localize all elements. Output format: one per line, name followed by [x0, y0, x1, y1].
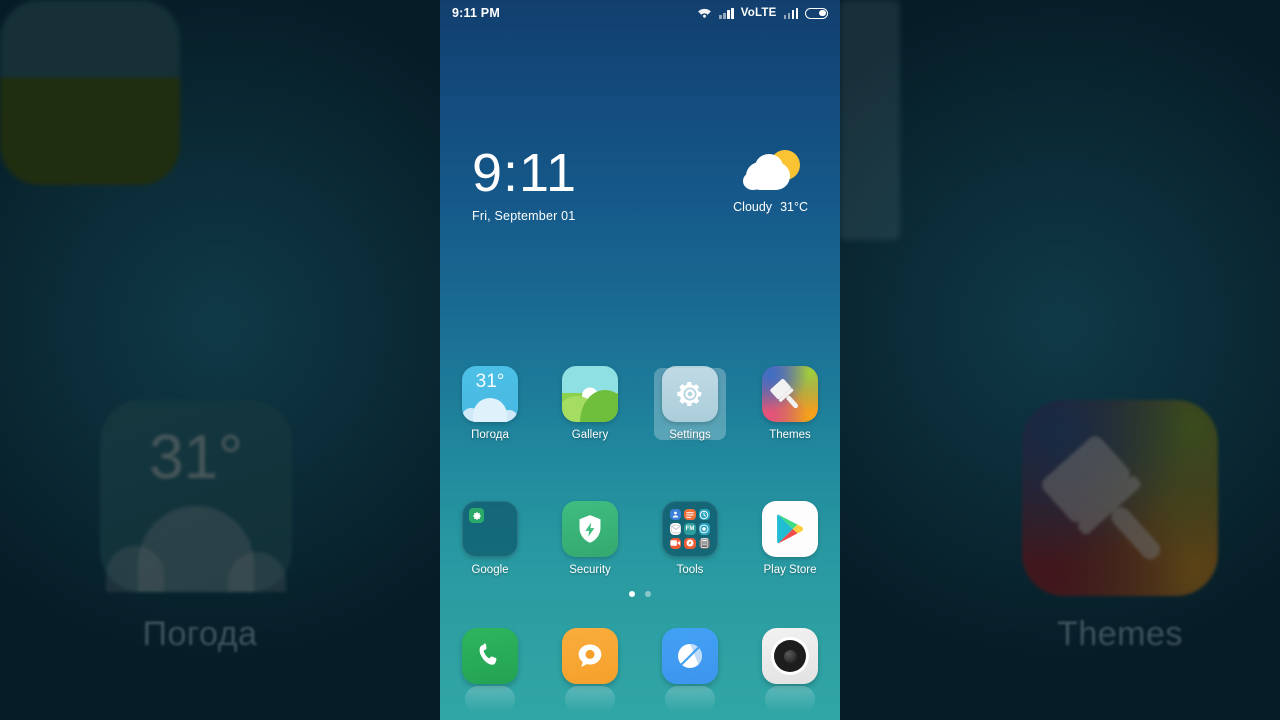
status-bar: 9:11 PM VoLTE	[440, 0, 840, 26]
backdrop-cloud-main	[138, 506, 254, 592]
dock	[440, 628, 840, 713]
tools-folder-icon: FM	[662, 501, 718, 557]
volte-label: VoLTE	[740, 7, 777, 19]
gear-icon	[662, 366, 718, 422]
app-weather[interactable]: 31° Погода	[440, 366, 540, 449]
gallery-icon	[562, 366, 618, 422]
app-label: Play Store	[763, 564, 817, 576]
google-settings-gear-icon	[469, 508, 484, 523]
backdrop-weather-icon: 31°	[100, 400, 292, 592]
letterbox-backdrop-right: Themes	[840, 0, 1280, 720]
app-settings[interactable]: Settings	[640, 366, 740, 449]
app-label: Themes	[769, 429, 811, 441]
weather-text: Cloudy 31°C	[733, 200, 808, 214]
recorder-mini-icon	[698, 523, 710, 535]
app-label: Settings	[669, 429, 711, 441]
video-mini-icon	[670, 537, 682, 549]
camera-icon	[762, 628, 818, 713]
weather-icon: 31°	[462, 366, 518, 422]
page-dot-1[interactable]	[629, 591, 635, 597]
notes-mini-icon	[684, 509, 696, 521]
phone-icon	[462, 628, 518, 713]
dock-messaging[interactable]	[540, 628, 640, 713]
backdrop-themes-label: Themes	[1057, 615, 1183, 653]
mail-mini-icon	[670, 523, 682, 535]
app-row-1: 31° Погода Gallery Settings Themes	[440, 366, 840, 449]
dock-phone[interactable]	[440, 628, 540, 713]
signal-bars-icon-2	[783, 7, 798, 19]
dock-camera[interactable]	[740, 628, 840, 713]
play-triangle-glyph	[777, 514, 804, 544]
fm-radio-mini-icon: FM	[684, 523, 696, 535]
shield-glyph	[579, 515, 601, 543]
app-label: Google	[471, 564, 509, 576]
app-themes[interactable]: Themes	[740, 366, 840, 449]
paintbrush-glyph	[770, 379, 799, 409]
handset-glyph	[479, 643, 497, 665]
weather-icon-badge: 31°	[475, 371, 505, 392]
app-label: Security	[569, 564, 611, 576]
widget-clock-date: Fri, September 01	[472, 209, 576, 223]
page-dot-2[interactable]	[645, 591, 651, 597]
weather-block[interactable]: Cloudy 31°C	[733, 146, 808, 214]
lens-center	[783, 649, 797, 663]
page-indicator[interactable]	[440, 591, 840, 597]
weather-temperature: 31°C	[780, 200, 808, 214]
dock-browser[interactable]	[640, 628, 740, 713]
compass-glyph	[678, 644, 702, 668]
calculator-mini-icon	[698, 537, 710, 549]
message-icon	[562, 628, 618, 713]
contacts-mini-icon	[670, 509, 682, 521]
sun-behind-cloud-icon	[742, 150, 800, 190]
clock-weather-widget[interactable]: 9:11 Fri, September 01 Cloudy 31°C	[440, 146, 840, 236]
app-gallery[interactable]: Gallery	[540, 366, 640, 449]
google-folder-icon	[462, 501, 518, 557]
app-label: Tools	[676, 564, 704, 576]
compass-icon	[662, 628, 718, 713]
widget-clock-time: 9:11	[472, 143, 578, 203]
lens-ring	[771, 637, 809, 675]
status-bar-indicators: VoLTE	[697, 7, 828, 19]
cloud-body	[473, 398, 507, 422]
app-label: Gallery	[571, 429, 609, 441]
backdrop-gallery-icon	[0, 0, 180, 185]
backdrop-weather-badge: 31°	[149, 423, 243, 492]
letterbox-backdrop-left: 31° Погода	[0, 0, 440, 720]
backdrop-vignette	[840, 0, 1280, 720]
clock-mini-icon	[698, 509, 710, 521]
app-tools-folder[interactable]: FM Tools	[640, 501, 740, 584]
battery-icon	[805, 7, 828, 19]
signal-bars-icon	[719, 7, 734, 19]
screen-capture: 31° Погода Themes 9:11 PM VoLTE 9:11 Fri…	[0, 0, 1280, 720]
compass-mini-icon	[684, 537, 696, 549]
play-store-icon	[762, 501, 818, 557]
backdrop-weather-label: Погода	[142, 615, 258, 653]
backdrop-paintbrush-icon	[1042, 436, 1161, 560]
lens-body	[774, 640, 806, 672]
phone-screen: 9:11 PM VoLTE 9:11 Fri, September 01 Clo…	[440, 0, 840, 720]
app-row-2: Google Security FM Tools Play Store	[440, 501, 840, 584]
shield-icon	[562, 501, 618, 557]
paintbrush-icon	[762, 366, 818, 422]
status-bar-clock: 9:11 PM	[452, 6, 500, 20]
app-grid: 31° Погода Gallery Settings Themes Googl…	[440, 366, 840, 584]
gear-glyph	[677, 382, 702, 406]
backdrop-settings-icon	[840, 0, 900, 240]
app-security[interactable]: Security	[540, 501, 640, 584]
app-label: Погода	[471, 429, 509, 441]
app-google-folder[interactable]: Google	[440, 501, 540, 584]
speech-bubble-glyph	[578, 644, 602, 668]
clock-block[interactable]: 9:11 Fri, September 01	[472, 146, 577, 223]
wifi-icon	[698, 8, 712, 18]
app-play-store[interactable]: Play Store	[740, 501, 840, 584]
weather-condition: Cloudy	[733, 200, 773, 214]
backdrop-themes-icon	[1022, 400, 1218, 596]
cloud-body	[745, 162, 790, 190]
